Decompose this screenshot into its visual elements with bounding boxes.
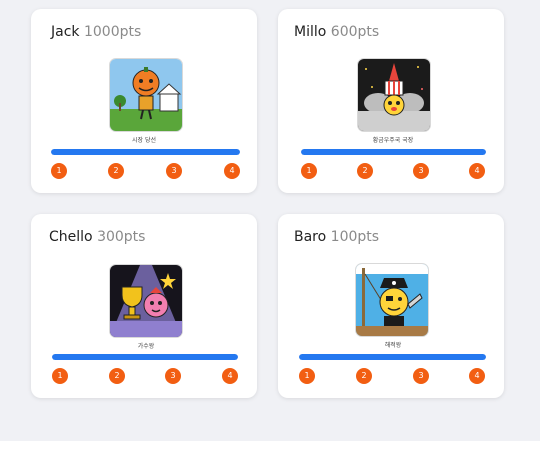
user-card-jack[interactable]: Jack 1000pts 시장 당선 1 2 3 4 xyxy=(31,9,257,193)
progress-fill xyxy=(51,149,240,155)
user-points: 100pts xyxy=(330,229,380,245)
step-4[interactable]: 4 xyxy=(469,163,485,179)
progress-bar xyxy=(301,149,486,155)
badge-label: 시장 당선 xyxy=(132,137,156,144)
card-title: Jack 1000pts xyxy=(51,24,141,40)
singer-trophy-icon xyxy=(110,265,182,337)
user-name: Millo xyxy=(294,24,327,40)
user-name: Chello xyxy=(49,229,93,245)
step-3[interactable]: 3 xyxy=(166,163,182,179)
pirate-king-icon xyxy=(356,264,428,336)
step-4[interactable]: 4 xyxy=(224,163,240,179)
step-3[interactable]: 3 xyxy=(165,368,181,384)
badge-label: 가수왕 xyxy=(137,343,155,350)
progress-fill xyxy=(301,149,486,155)
step-1[interactable]: 1 xyxy=(52,368,68,384)
step-2[interactable]: 2 xyxy=(356,368,372,384)
step-3[interactable]: 3 xyxy=(413,368,429,384)
card-title: Baro 100pts xyxy=(294,229,379,245)
progress-bar xyxy=(51,149,240,155)
user-name: Baro xyxy=(294,229,327,245)
user-points: 300pts xyxy=(97,229,146,245)
step-1[interactable]: 1 xyxy=(51,163,67,179)
step-1[interactable]: 1 xyxy=(299,368,315,384)
step-4[interactable]: 4 xyxy=(469,368,485,384)
card-title: Millo 600pts xyxy=(294,24,379,40)
step-2[interactable]: 2 xyxy=(357,163,373,179)
badge-label: 황금우주국 국장 xyxy=(372,137,414,144)
step-2[interactable]: 2 xyxy=(109,368,125,384)
user-card-millo[interactable]: Millo 600pts 황금우주국 국장 1 2 3 4 xyxy=(278,9,504,193)
step-3[interactable]: 3 xyxy=(413,163,429,179)
progress-bar xyxy=(52,354,238,360)
badge-label: 해적왕 xyxy=(384,342,402,349)
pumpkin-mayor-icon xyxy=(110,59,182,131)
progress-bar xyxy=(299,354,486,360)
user-card-baro[interactable]: Baro 100pts 해적왕 1 2 3 4 xyxy=(278,214,504,398)
step-2[interactable]: 2 xyxy=(108,163,124,179)
user-card-chello[interactable]: Chello 300pts 가수왕 1 2 3 4 xyxy=(31,214,257,398)
user-points: 600pts xyxy=(330,24,380,40)
user-points: 1000pts xyxy=(83,24,142,40)
card-title: Chello 300pts xyxy=(49,229,145,245)
step-1[interactable]: 1 xyxy=(301,163,317,179)
progress-fill xyxy=(52,354,238,360)
step-4[interactable]: 4 xyxy=(222,368,238,384)
progress-fill xyxy=(299,354,486,360)
space-astronaut-icon xyxy=(358,59,430,131)
user-name: Jack xyxy=(51,24,80,40)
